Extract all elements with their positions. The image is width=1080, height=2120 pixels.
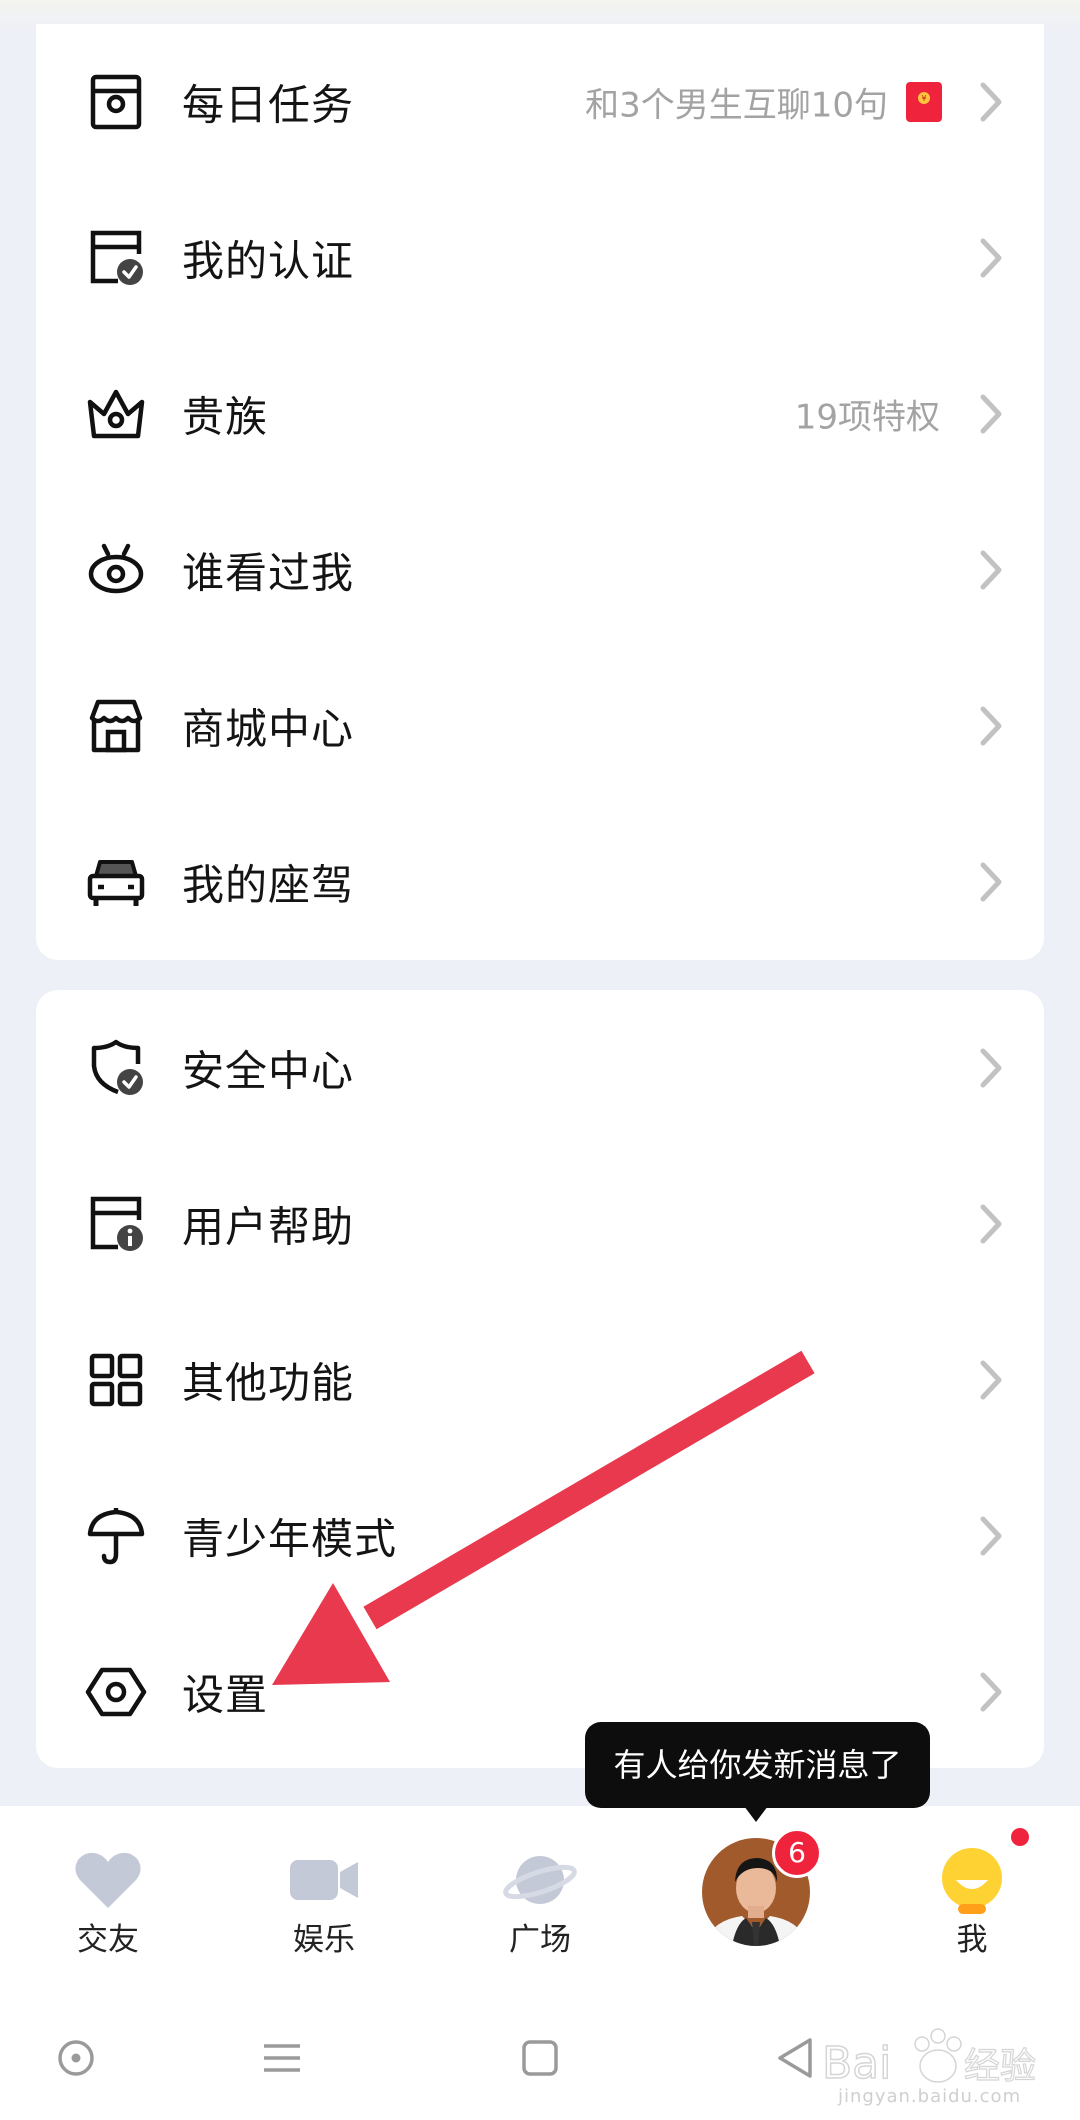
menu-item-hint: 和3个男生互聊10句 xyxy=(585,85,888,126)
menu-item-label: 安全中心 xyxy=(182,1046,355,1096)
svg-text:Bai: Bai xyxy=(822,2038,891,2089)
svg-text:¥: ¥ xyxy=(921,94,926,103)
menu-item-my-certification[interactable]: 我的认证 xyxy=(36,180,1044,336)
menu-item-label: 每日任务 xyxy=(182,80,355,130)
chevron-right-icon xyxy=(978,1046,1004,1090)
chevron-right-icon xyxy=(978,392,1004,436)
chevron-right-icon xyxy=(978,1670,1004,1714)
menu-item-who-viewed-me[interactable]: 谁看过我 xyxy=(36,492,1044,648)
tab-make-friends[interactable]: 交友 xyxy=(0,1806,216,2006)
menu-item-my-car[interactable]: 我的座驾 xyxy=(36,804,1044,960)
chevron-right-icon xyxy=(978,236,1004,280)
menu-item-label: 用户帮助 xyxy=(182,1202,355,1252)
car-icon xyxy=(84,850,148,914)
certificate-icon xyxy=(84,226,148,290)
menu-item-label: 其他功能 xyxy=(182,1358,355,1408)
chevron-right-icon xyxy=(978,80,1004,124)
task-icon xyxy=(84,70,148,134)
info-doc-icon xyxy=(84,1192,148,1256)
menu-item-label: 青少年模式 xyxy=(182,1514,398,1564)
tab-me[interactable]: 我 xyxy=(864,1806,1080,2006)
unread-badge: 6 xyxy=(772,1828,822,1878)
menu-item-label: 我的认证 xyxy=(182,236,355,286)
tab-label: 交友 xyxy=(77,1922,139,1958)
menu-item-label: 贵族 xyxy=(182,392,269,442)
chevron-right-icon xyxy=(978,1514,1004,1558)
menu-item-label: 商城中心 xyxy=(182,704,355,754)
menu-item-label: 谁看过我 xyxy=(182,548,355,598)
menu-lines-icon[interactable] xyxy=(252,2028,312,2088)
menu-item-label: 我的座驾 xyxy=(182,860,355,910)
red-packet-icon: ¥ xyxy=(906,82,942,122)
tab-label: 娱乐 xyxy=(293,1922,355,1958)
eye-icon xyxy=(84,538,148,602)
menu-card-primary: 每日任务 和3个男生互聊10句 ¥ 我的认证 贵族 19项特权 谁看过我 商城中… xyxy=(36,24,1044,960)
crown-icon xyxy=(84,382,148,446)
menu-item-noble[interactable]: 贵族 19项特权 xyxy=(36,336,1044,492)
tab-label: 我 xyxy=(956,1922,988,1958)
menu-item-hint: 19项特权 xyxy=(794,397,940,438)
chevron-right-icon xyxy=(978,1202,1004,1246)
tab-entertainment[interactable]: 娱乐 xyxy=(216,1806,432,2006)
svg-text:经验: 经验 xyxy=(964,2046,1036,2087)
chevron-right-icon xyxy=(978,1358,1004,1402)
back-triangle-icon[interactable] xyxy=(766,2028,826,2088)
menu-item-user-help[interactable]: 用户帮助 xyxy=(36,1146,1044,1302)
bottom-tab-bar: 交友 娱乐 广场 我 xyxy=(0,1806,1080,2006)
menu-item-mall-center[interactable]: 商城中心 xyxy=(36,648,1044,804)
planet-icon xyxy=(502,1842,578,1918)
menu-card-secondary: 安全中心 用户帮助 其他功能 青少年模式 设置 xyxy=(36,990,1044,1768)
heart-icon xyxy=(70,1842,146,1918)
chevron-right-icon xyxy=(978,860,1004,904)
umbrella-icon xyxy=(84,1504,148,1568)
tab-square[interactable]: 广场 xyxy=(432,1806,648,2006)
home-square-icon[interactable] xyxy=(510,2028,570,2088)
tab-label: 广场 xyxy=(509,1922,571,1958)
hexagon-settings-icon xyxy=(84,1660,148,1724)
chevron-right-icon xyxy=(978,704,1004,748)
store-icon xyxy=(84,694,148,758)
menu-item-daily-task[interactable]: 每日任务 和3个男生互聊10句 ¥ xyxy=(36,24,1044,180)
video-camera-icon xyxy=(286,1842,362,1918)
assistant-circle-icon[interactable] xyxy=(46,2028,106,2088)
menu-item-label: 设置 xyxy=(182,1670,269,1720)
chevron-right-icon xyxy=(978,548,1004,592)
menu-item-teen-mode[interactable]: 青少年模式 xyxy=(36,1458,1044,1614)
menu-item-security-center[interactable]: 安全中心 xyxy=(36,990,1044,1146)
watermark-url: jingyan.baidu.com xyxy=(838,2086,1022,2107)
grid-icon xyxy=(84,1348,148,1412)
smiley-face-icon xyxy=(934,1842,1010,1918)
new-message-tooltip[interactable]: 有人给你发新消息了 xyxy=(585,1722,930,1808)
shield-icon xyxy=(84,1036,148,1100)
menu-item-other-features[interactable]: 其他功能 xyxy=(36,1302,1044,1458)
notification-dot xyxy=(1011,1828,1029,1846)
tooltip-tail xyxy=(744,1806,768,1822)
